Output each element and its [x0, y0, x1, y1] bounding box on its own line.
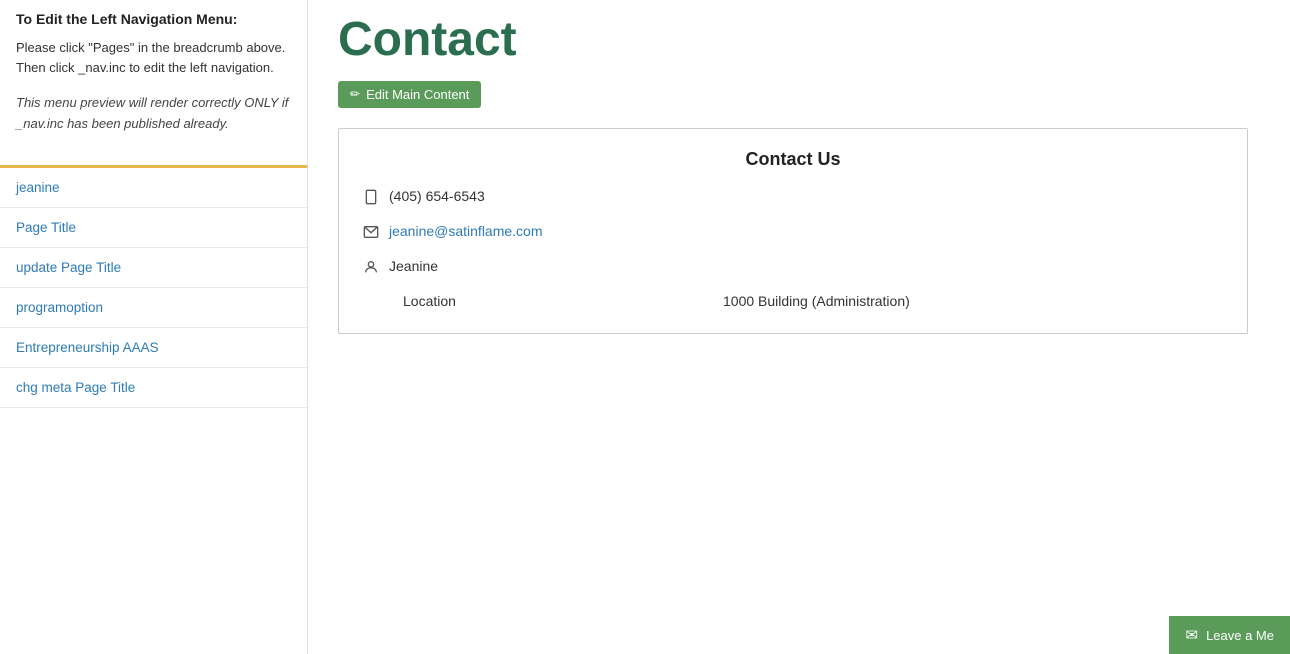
contact-phone-row: (405) 654-6543 — [363, 188, 1223, 209]
nav-link-page-title[interactable]: Page Title — [0, 208, 307, 247]
contact-location-row: Location 1000 Building (Administration) — [363, 293, 1223, 309]
nav-item-jeanine[interactable]: jeanine — [0, 168, 307, 208]
contact-box-heading: Contact Us — [363, 149, 1223, 170]
main-content: Contact ✏ Edit Main Content Contact Us (… — [308, 0, 1290, 654]
nav-item-page-title[interactable]: Page Title — [0, 208, 307, 248]
leave-message-mail-icon: ✉ — [1185, 626, 1198, 644]
contact-email-row: jeanine@satinflame.com — [363, 223, 1223, 244]
contact-person-row: Jeanine — [363, 258, 1223, 279]
nav-link-jeanine[interactable]: jeanine — [0, 168, 307, 207]
contact-person: Jeanine — [389, 258, 438, 274]
nav-item-entrepreneurship[interactable]: Entrepreneurship AAAS — [0, 328, 307, 368]
leave-message-label: Leave a Me — [1206, 628, 1274, 643]
contact-box: Contact Us (405) 654-6543 jea — [338, 128, 1248, 334]
nav-item-update-page-title[interactable]: update Page Title — [0, 248, 307, 288]
sidebar-italic-note: This menu preview will render correctly … — [16, 93, 291, 135]
nav-list: jeanine Page Title update Page Title pro… — [0, 168, 307, 408]
sidebar: To Edit the Left Navigation Menu: Please… — [0, 0, 308, 654]
email-icon — [363, 224, 389, 244]
sidebar-heading: To Edit the Left Navigation Menu: — [16, 10, 291, 30]
nav-link-update-page-title[interactable]: update Page Title — [0, 248, 307, 287]
sidebar-instruction-text: Please click "Pages" in the breadcrumb a… — [16, 38, 291, 80]
nav-link-programoption[interactable]: programoption — [0, 288, 307, 327]
nav-link-entrepreneurship[interactable]: Entrepreneurship AAAS — [0, 328, 307, 367]
nav-link-chg-meta[interactable]: chg meta Page Title — [0, 368, 307, 407]
page-heading: Contact — [338, 14, 1260, 67]
sidebar-instructions: To Edit the Left Navigation Menu: Please… — [0, 0, 307, 165]
contact-email-link[interactable]: jeanine@satinflame.com — [389, 223, 543, 239]
pencil-icon: ✏ — [350, 87, 360, 101]
location-label: Location — [403, 293, 523, 309]
edit-main-label: Edit Main Content — [366, 87, 469, 102]
phone-icon — [363, 189, 389, 209]
location-value: 1000 Building (Administration) — [723, 293, 910, 309]
contact-phone: (405) 654-6543 — [389, 188, 485, 204]
leave-message-button[interactable]: ✉ Leave a Me — [1169, 616, 1290, 654]
person-icon — [363, 259, 389, 279]
edit-main-content-button[interactable]: ✏ Edit Main Content — [338, 81, 481, 108]
nav-item-programoption[interactable]: programoption — [0, 288, 307, 328]
nav-item-chg-meta[interactable]: chg meta Page Title — [0, 368, 307, 408]
